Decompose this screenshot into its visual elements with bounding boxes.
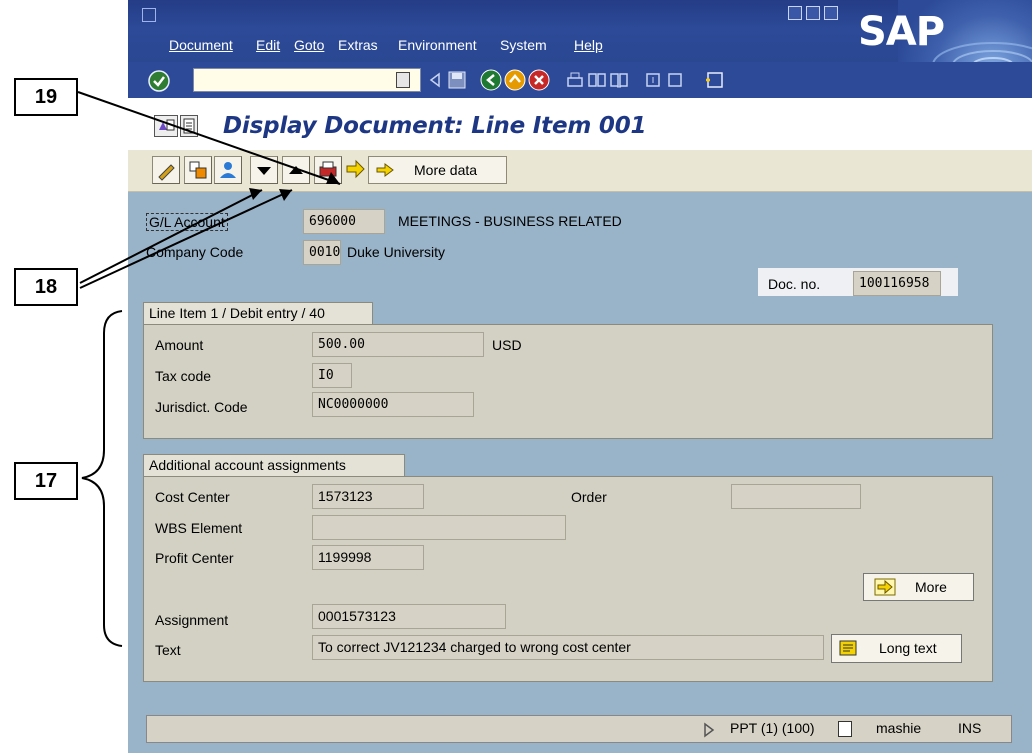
- annotation-arrows: [77, 91, 341, 647]
